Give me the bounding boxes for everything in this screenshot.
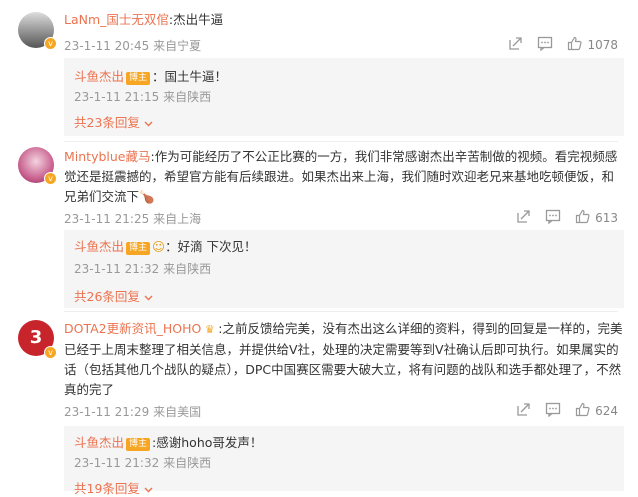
comment-item: v Mintyblue藏马:作为可能经历了不公正比赛的一方，我们非常感谢杰出辛苦…	[0, 142, 638, 312]
verified-icon: v	[44, 172, 57, 185]
author-badge: 博主	[126, 242, 151, 255]
comment-item: 3 v DOTA2更新资讯_HOHO ♛ :之前反馈给完美，没有杰出这么详细的资…	[0, 312, 638, 496]
like-icon[interactable]	[575, 402, 590, 420]
share-icon[interactable]	[508, 36, 523, 54]
comment-location: 来自上海	[153, 212, 202, 226]
reply-text: ：好滴 下次见！	[165, 239, 257, 254]
chevron-down-icon	[144, 289, 153, 304]
reply-location: 来自陕西	[163, 262, 212, 276]
more-replies-label: 共26条回复	[74, 289, 140, 304]
reply-location: 来自陕西	[163, 90, 212, 104]
like-icon[interactable]	[567, 36, 582, 54]
more-replies-label: 共23条回复	[74, 115, 140, 130]
like-count: 1078	[587, 38, 618, 52]
more-replies-link[interactable]: 共26条回复	[74, 286, 153, 305]
emoji-icon: ☺	[152, 239, 166, 254]
reply-box: 斗鱼杰出 博主 ☺：好滴 下次见！ 23-1-11 21:32 来自陕西 共26条回…	[64, 230, 624, 308]
share-icon[interactable]	[516, 402, 531, 420]
comment-username[interactable]: LaNm_国士无双倌	[64, 12, 169, 27]
reply-box: 斗鱼杰出 博主 ：国土牛逼！ 23-1-11 21:15 来自陕西 共23条回复	[64, 58, 624, 136]
crown-icon: ♛	[201, 323, 219, 336]
reply-time: 23-1-11 21:32	[74, 262, 160, 276]
author-badge: 博主	[126, 438, 151, 451]
like-count: 613	[595, 211, 618, 225]
comment-time: 23-1-11 21:29	[64, 405, 150, 419]
reply-location: 来自陕西	[163, 456, 212, 470]
reply-time: 23-1-11 21:15	[74, 90, 160, 104]
reply-username[interactable]: 斗鱼杰出	[74, 435, 124, 450]
comment-icon[interactable]	[537, 36, 553, 54]
comment-location: 来自宁夏	[153, 39, 202, 53]
like-icon[interactable]	[575, 209, 590, 227]
more-replies-link[interactable]: 共23条回复	[74, 112, 153, 131]
reply-username[interactable]: 斗鱼杰出	[74, 239, 124, 254]
share-icon[interactable]	[516, 209, 531, 227]
chevron-down-icon	[144, 481, 153, 496]
comment-username[interactable]: Mintyblue藏马	[64, 149, 151, 164]
comment-icon[interactable]	[545, 209, 561, 227]
comment-icon[interactable]	[545, 402, 561, 420]
reply-time: 23-1-11 21:32	[74, 456, 160, 470]
comment-text: :杰出牛逼	[168, 12, 224, 27]
emoji-icon: 🍗	[139, 189, 155, 204]
reply-text: ：国土牛逼！	[152, 69, 228, 84]
comment-time: 23-1-11 21:25	[64, 212, 150, 226]
comment-item: v LaNm_国士无双倌:杰出牛逼 23-1-11 20:45 来自宁夏 107…	[0, 0, 638, 146]
more-replies-link[interactable]: 共19条回复	[74, 478, 153, 497]
comment-time: 23-1-11 20:45	[64, 39, 150, 53]
reply-text: :感谢hoho哥发声！	[152, 435, 263, 450]
verified-icon: v	[44, 346, 57, 359]
comment-username[interactable]: DOTA2更新资讯_HOHO	[64, 321, 201, 336]
chevron-down-icon	[144, 115, 153, 130]
verified-icon: v	[44, 37, 57, 50]
like-count: 624	[595, 404, 618, 418]
more-replies-label: 共19条回复	[74, 481, 140, 496]
author-badge: 博主	[126, 72, 151, 85]
reply-box: 斗鱼杰出 博主:感谢hoho哥发声！ 23-1-11 21:32 来自陕西 共19…	[64, 426, 624, 496]
reply-username[interactable]: 斗鱼杰出	[74, 69, 124, 84]
comment-location: 来自美国	[153, 405, 202, 419]
